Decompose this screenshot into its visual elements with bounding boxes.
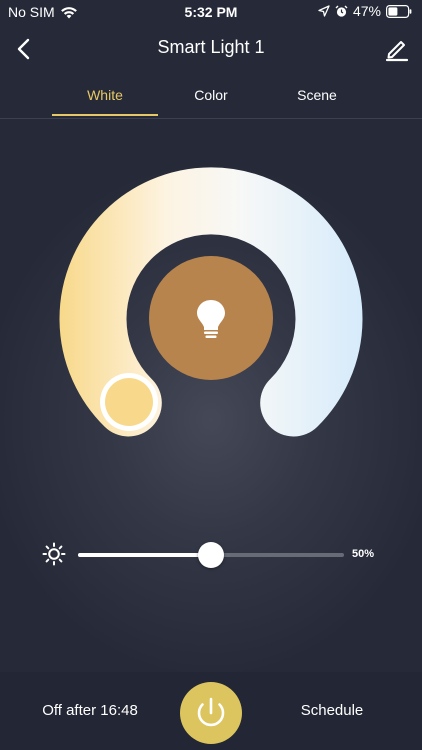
schedule-button[interactable]: Schedule	[242, 702, 422, 719]
status-bar: No SIM 5:32 PM 47%	[0, 0, 422, 24]
power-button[interactable]	[180, 682, 242, 744]
pencil-icon	[385, 41, 409, 62]
tab-scene[interactable]: Scene	[264, 87, 370, 103]
location-arrow-icon	[318, 5, 330, 17]
status-right: 47%	[318, 3, 412, 19]
brightness-slider[interactable]	[78, 542, 344, 568]
slider-fill	[78, 553, 211, 557]
sun-icon	[42, 542, 66, 566]
slider-thumb[interactable]	[198, 542, 224, 568]
temperature-thumb[interactable]	[100, 373, 158, 431]
brightness-control: 50%	[0, 540, 422, 570]
timer-button[interactable]: Off after 16:48	[0, 702, 180, 719]
battery-icon	[386, 4, 412, 18]
tab-color[interactable]: Color	[158, 87, 264, 103]
header: Smart Light 1	[0, 24, 422, 74]
page-title: Smart Light 1	[157, 37, 265, 57]
edit-button[interactable]	[384, 36, 410, 62]
dial-graphic	[59, 167, 363, 437]
smart-light-screen: No SIM 5:32 PM 47% Smart Light 1 White C…	[0, 0, 422, 750]
bottom-bar: Off after 16:48 Schedule	[0, 672, 422, 750]
active-tab-indicator	[52, 114, 158, 116]
tab-bar: White Color Scene	[0, 74, 422, 119]
color-temperature-dial	[0, 150, 422, 470]
tab-white[interactable]: White	[52, 87, 158, 103]
power-icon	[197, 697, 225, 727]
battery-percentage: 47%	[352, 3, 381, 19]
alarm-icon	[335, 5, 348, 17]
brightness-value: 50%	[352, 548, 375, 560]
